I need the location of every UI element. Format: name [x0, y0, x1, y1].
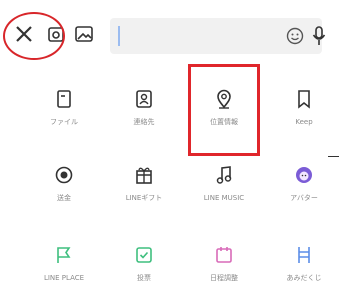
vote-icon: [136, 247, 152, 263]
music-note-icon: [216, 166, 232, 184]
gift-icon: [136, 167, 152, 184]
microphone-icon[interactable]: [312, 26, 326, 50]
menu-item-label: 日程調整: [210, 274, 238, 282]
menu-item-keep[interactable]: Keep: [264, 88, 339, 127]
menu-item-avatar[interactable]: アバター: [264, 164, 339, 203]
divider-tick: [328, 156, 339, 157]
location-highlight-annotation: [188, 64, 260, 156]
menu-item-file[interactable]: ファイル: [24, 88, 104, 127]
menu-item-label: アバター: [290, 194, 318, 202]
menu-item-label: Keep: [295, 118, 313, 126]
ladder-icon: [298, 247, 310, 263]
file-icon: [57, 90, 71, 108]
menu-item-amidakuji[interactable]: あみだくじ: [264, 244, 339, 283]
menu-item-vote[interactable]: 投票: [104, 244, 184, 283]
menu-item-line-place[interactable]: LINE PLACE: [24, 244, 104, 283]
contact-icon: [136, 90, 152, 108]
bookmark-icon: [298, 90, 310, 109]
menu-item-label: 投票: [137, 274, 151, 282]
menu-item-label: あみだくじ: [286, 274, 322, 282]
flag-icon: [57, 247, 71, 263]
menu-item-label: LINEギフト: [125, 194, 163, 202]
avatar-icon: [296, 167, 312, 183]
menu-item-send-money[interactable]: 送金: [24, 164, 104, 203]
menu-item-label: LINE PLACE: [43, 274, 85, 282]
message-input[interactable]: [110, 18, 326, 54]
emoji-icon[interactable]: [286, 27, 304, 49]
menu-item-label: 連絡先: [133, 118, 155, 126]
chat-input-toolbar: [0, 0, 339, 72]
menu-item-label: LINE MUSIC: [203, 194, 245, 202]
text-cursor: [118, 26, 120, 46]
close-highlight-annotation: [3, 12, 65, 60]
coin-icon: [55, 166, 73, 184]
calendar-icon: [216, 247, 232, 263]
menu-item-label: ファイル: [50, 118, 78, 126]
menu-item-contact[interactable]: 連絡先: [104, 88, 184, 127]
menu-item-label: 送金: [57, 194, 71, 202]
menu-item-line-gift[interactable]: LINEギフト: [104, 164, 184, 203]
menu-item-schedule[interactable]: 日程調整: [184, 244, 264, 283]
image-icon[interactable]: [74, 24, 94, 48]
menu-item-line-music[interactable]: LINE MUSIC: [184, 164, 264, 203]
